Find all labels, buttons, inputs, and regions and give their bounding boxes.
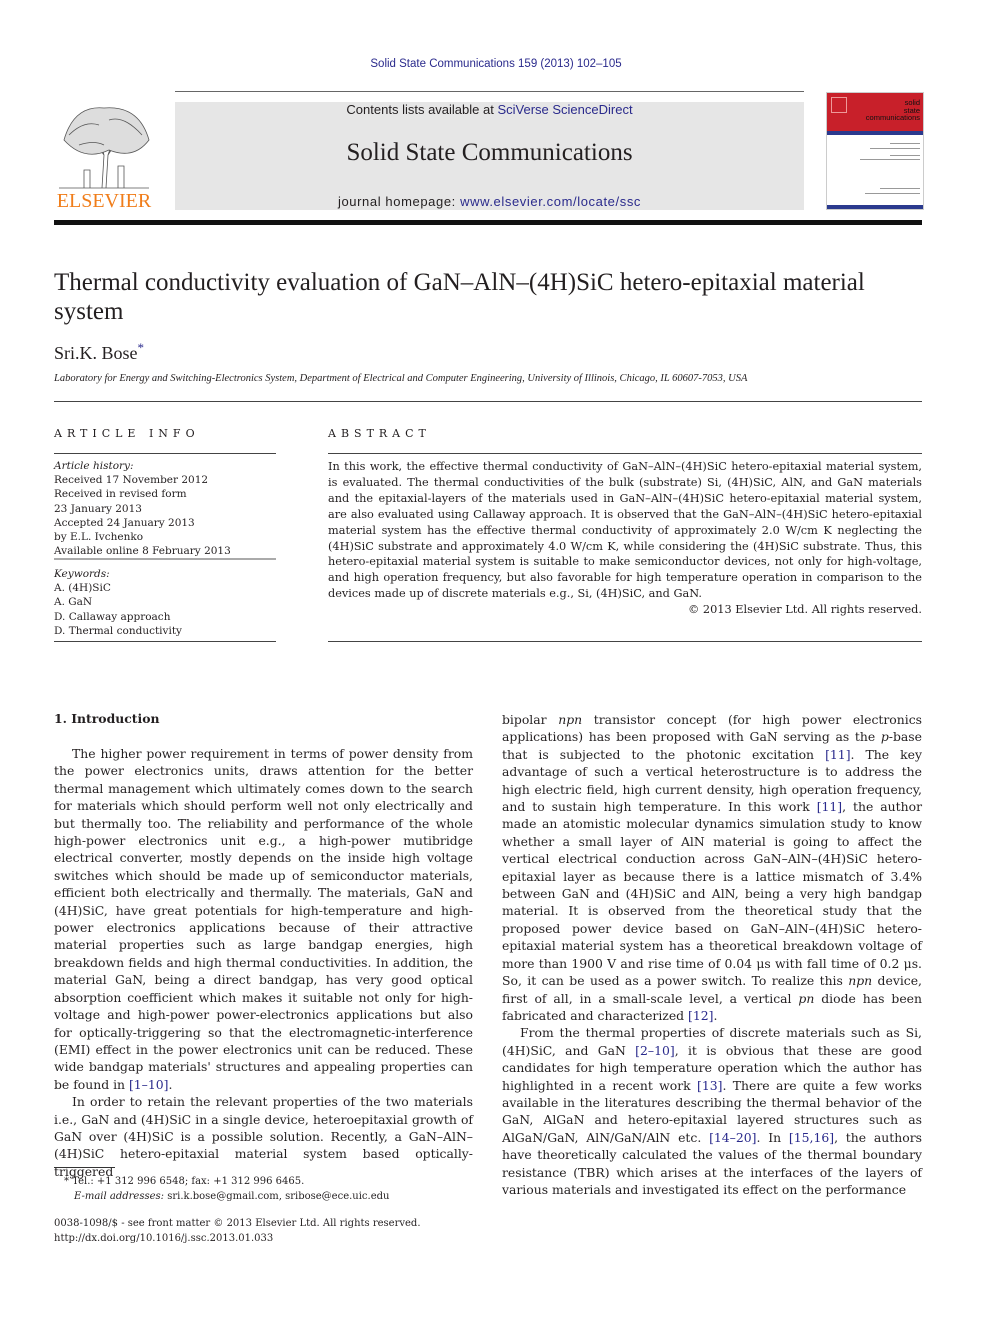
article-info-heading: ARTICLE INFO (54, 427, 200, 440)
cover-detail-line (865, 193, 920, 194)
cover-bottom-band (827, 205, 923, 209)
abstract-copyright: © 2013 Elsevier Ltd. All rights reserved… (688, 603, 922, 616)
cover-detail-line (890, 155, 920, 156)
history-item: Accepted 24 January 2013 (54, 516, 195, 529)
keywords: Keywords: A. (4H)SiC A. GaN D. Callaway … (54, 567, 276, 638)
abstract-bottom-rule (328, 641, 922, 642)
history-label: Article history: (54, 460, 134, 472)
citation-link[interactable]: [11] (825, 747, 850, 762)
body-column-right: bipolar npn transistor concept (for high… (502, 711, 922, 1198)
affiliation: Laboratory for Energy and Switching-Elec… (54, 373, 748, 384)
email-label: E-mail addresses: (74, 1191, 168, 1202)
contents-line: Contents lists available at SciVerse Sci… (175, 102, 804, 117)
abstract-rule (328, 453, 922, 454)
history-item: Received 17 November 2012 (54, 474, 209, 487)
homepage-line: journal homepage: www.elsevier.com/locat… (175, 194, 804, 209)
abstract-heading: ABSTRACT (328, 427, 431, 440)
footnote: * Tel.: +1 312 996 6548; fax: +1 312 996… (54, 1174, 473, 1204)
header-top-rule (175, 91, 804, 92)
paragraph: In order to retain the relevant properti… (54, 1094, 473, 1179)
homepage-prefix: journal homepage: (337, 194, 461, 209)
footnote-email: E-mail addresses: sri.k.bose@gmail.com, … (54, 1189, 473, 1204)
bottom-matter: 0038-1098/$ - see front matter © 2013 El… (54, 1216, 473, 1246)
cover-detail-line (890, 143, 920, 144)
keyword-item: D. Callaway approach (54, 610, 171, 623)
elsevier-wordmark: ELSEVIER (56, 190, 152, 212)
keyword-item: A. (4H)SiC (54, 582, 111, 595)
footnote-tel: * Tel.: +1 312 996 6548; fax: +1 312 996… (64, 1176, 305, 1187)
author-line: Sri.K. Bose* (54, 340, 144, 364)
contents-prefix: Contents lists available at (346, 102, 498, 117)
email-addresses[interactable]: sri.k.bose@gmail.com, sribose@ece.uic.ed… (167, 1191, 389, 1202)
history-item: by E.L. Ivchenko (54, 531, 144, 544)
cover-detail-line (870, 148, 920, 149)
cover-blue-band (827, 131, 923, 135)
article-title: Thermal conductivity evaluation of GaN–A… (54, 269, 865, 325)
cover-emblem-icon (831, 97, 847, 113)
citation-link[interactable]: [11] (817, 799, 842, 814)
history-item: Available online 8 February 2013 (54, 545, 231, 558)
keywords-rule (54, 641, 276, 642)
body-column-left: The higher power requirement in terms of… (54, 745, 473, 1180)
title-divider (54, 401, 922, 402)
citation-link[interactable]: [15,16] (789, 1130, 834, 1145)
article-history: Article history: Received 17 November 20… (54, 459, 276, 558)
paragraph: bipolar npn transistor concept (for high… (502, 712, 923, 1023)
history-item: 23 January 2013 (54, 502, 142, 515)
cover-detail-line (880, 188, 920, 189)
header-thick-rule (54, 220, 922, 225)
doi-link[interactable]: http://dx.doi.org/10.1016/j.ssc.2013.01.… (54, 1231, 473, 1246)
cover-detail-line (860, 159, 920, 160)
keywords-label: Keywords: (54, 568, 110, 580)
history-divider (54, 558, 276, 560)
footnote-rule (54, 1167, 115, 1168)
sciencedirect-link[interactable]: SciVerse ScienceDirect (497, 102, 632, 117)
author-footnote-mark[interactable]: * (138, 340, 145, 355)
homepage-link[interactable]: www.elsevier.com/locate/ssc (460, 194, 641, 209)
citation-link[interactable]: [1–10] (129, 1077, 169, 1092)
citation-link[interactable]: [12] (688, 1008, 713, 1023)
paragraph: From the thermal properties of discrete … (502, 1025, 922, 1197)
article-info-rule (54, 453, 276, 454)
keyword-item: A. GaN (54, 596, 93, 609)
history-item: Received in revised form (54, 488, 187, 501)
cover-title: solid state communications (865, 98, 920, 122)
citation-link[interactable]: [14–20] (709, 1130, 756, 1145)
paragraph: The higher power requirement in terms of… (54, 746, 473, 1092)
author-name: Sri.K. Bose (54, 343, 138, 363)
journal-cover-thumbnail: solid state communications (826, 92, 924, 210)
journal-title: Solid State Communications (346, 139, 633, 166)
issn-line: 0038-1098/$ - see front matter © 2013 El… (54, 1218, 421, 1229)
section-heading-introduction: 1. Introduction (54, 711, 160, 726)
citation-link[interactable]: [2–10] (635, 1043, 675, 1058)
keyword-item: D. Thermal conductivity (54, 624, 182, 637)
running-citation[interactable]: Solid State Communications 159 (2013) 10… (0, 58, 992, 70)
citation-link[interactable]: [13] (697, 1078, 722, 1093)
abstract-text: In this work, the effective thermal cond… (328, 460, 922, 601)
